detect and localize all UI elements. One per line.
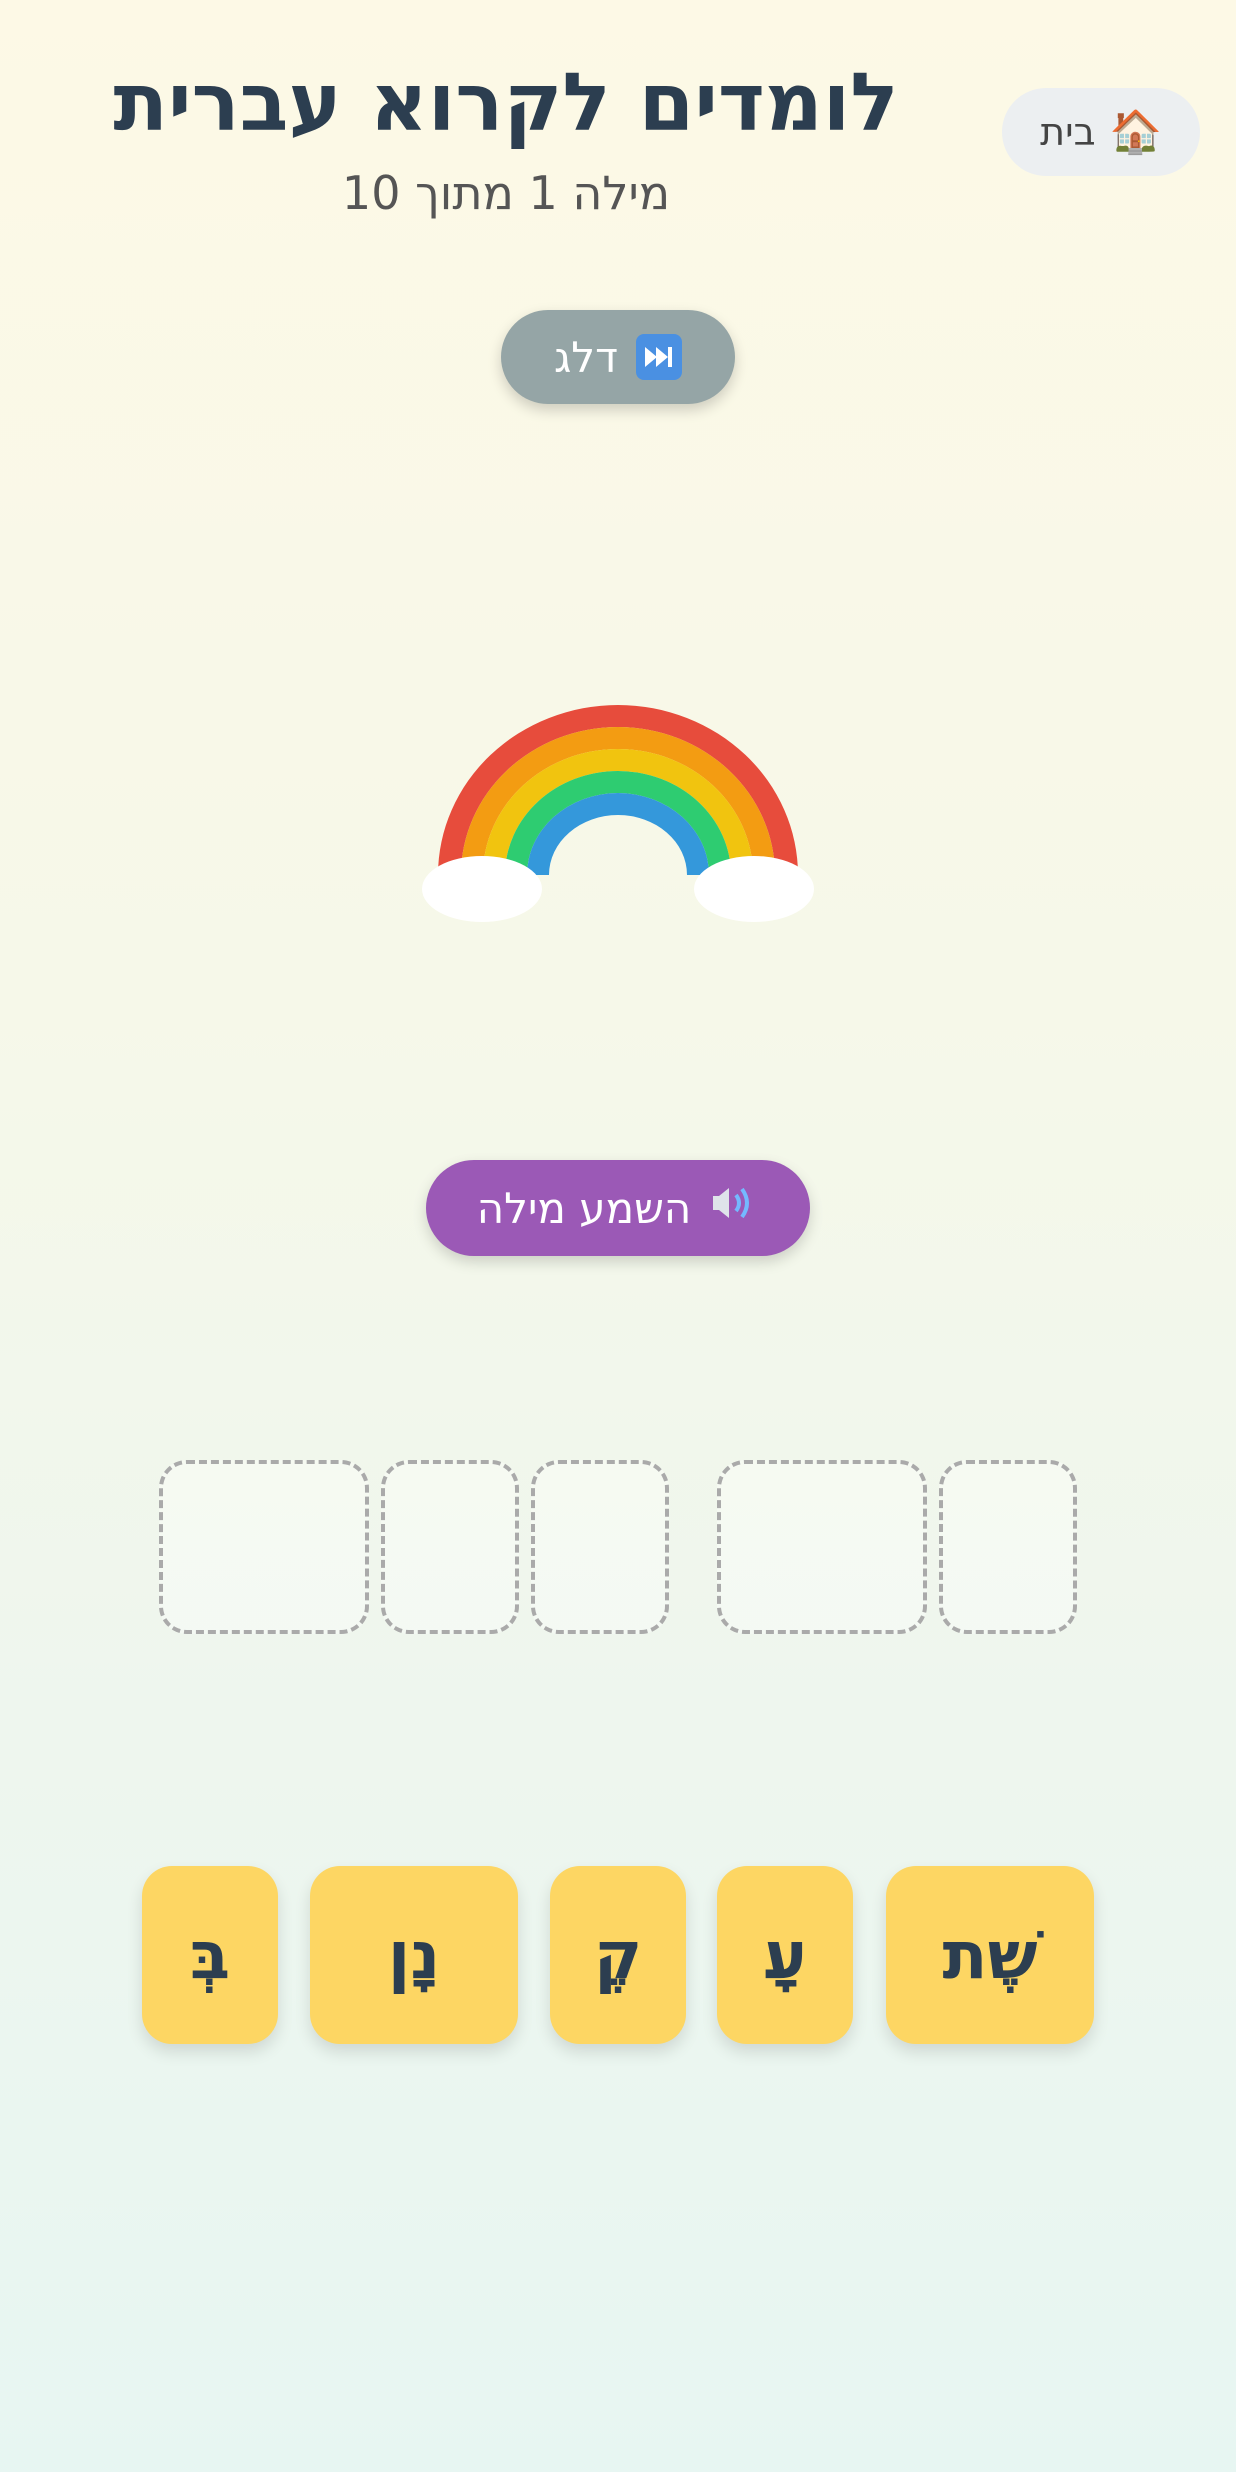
answer-slot[interactable]	[531, 1460, 669, 1634]
house-icon: 🏠	[1109, 107, 1162, 156]
progress-text: מילה 1 מתוך 10	[341, 166, 671, 220]
cloud-left	[422, 856, 542, 922]
page-title: לומדים לקרוא עברית	[113, 56, 899, 149]
letter-tile[interactable]: קֶ	[550, 1866, 686, 2044]
answer-slot[interactable]	[159, 1460, 369, 1634]
rainbow-picture	[422, 705, 814, 922]
answer-slot[interactable]	[939, 1460, 1077, 1634]
answer-slot[interactable]	[717, 1460, 927, 1634]
answer-slot[interactable]	[381, 1460, 519, 1634]
speak-word-button[interactable]: השמע מילה	[426, 1160, 810, 1256]
home-label: בית	[1040, 110, 1096, 154]
letter-tile[interactable]: בְּ	[142, 1866, 278, 2044]
letter-tile[interactable]: נָן	[310, 1866, 518, 2044]
letter-tile[interactable]: עָ	[717, 1866, 853, 2044]
cloud-right	[694, 856, 814, 922]
letter-tile[interactable]: שֶׁת	[886, 1866, 1094, 2044]
fast-forward-icon	[636, 334, 683, 380]
speaker-icon	[709, 1180, 759, 1236]
speak-word-label: השמע מילה	[476, 1183, 692, 1233]
skip-label: דלג	[553, 332, 619, 382]
skip-button[interactable]: דלג	[501, 310, 735, 404]
home-button[interactable]: 🏠 בית	[1002, 88, 1200, 176]
